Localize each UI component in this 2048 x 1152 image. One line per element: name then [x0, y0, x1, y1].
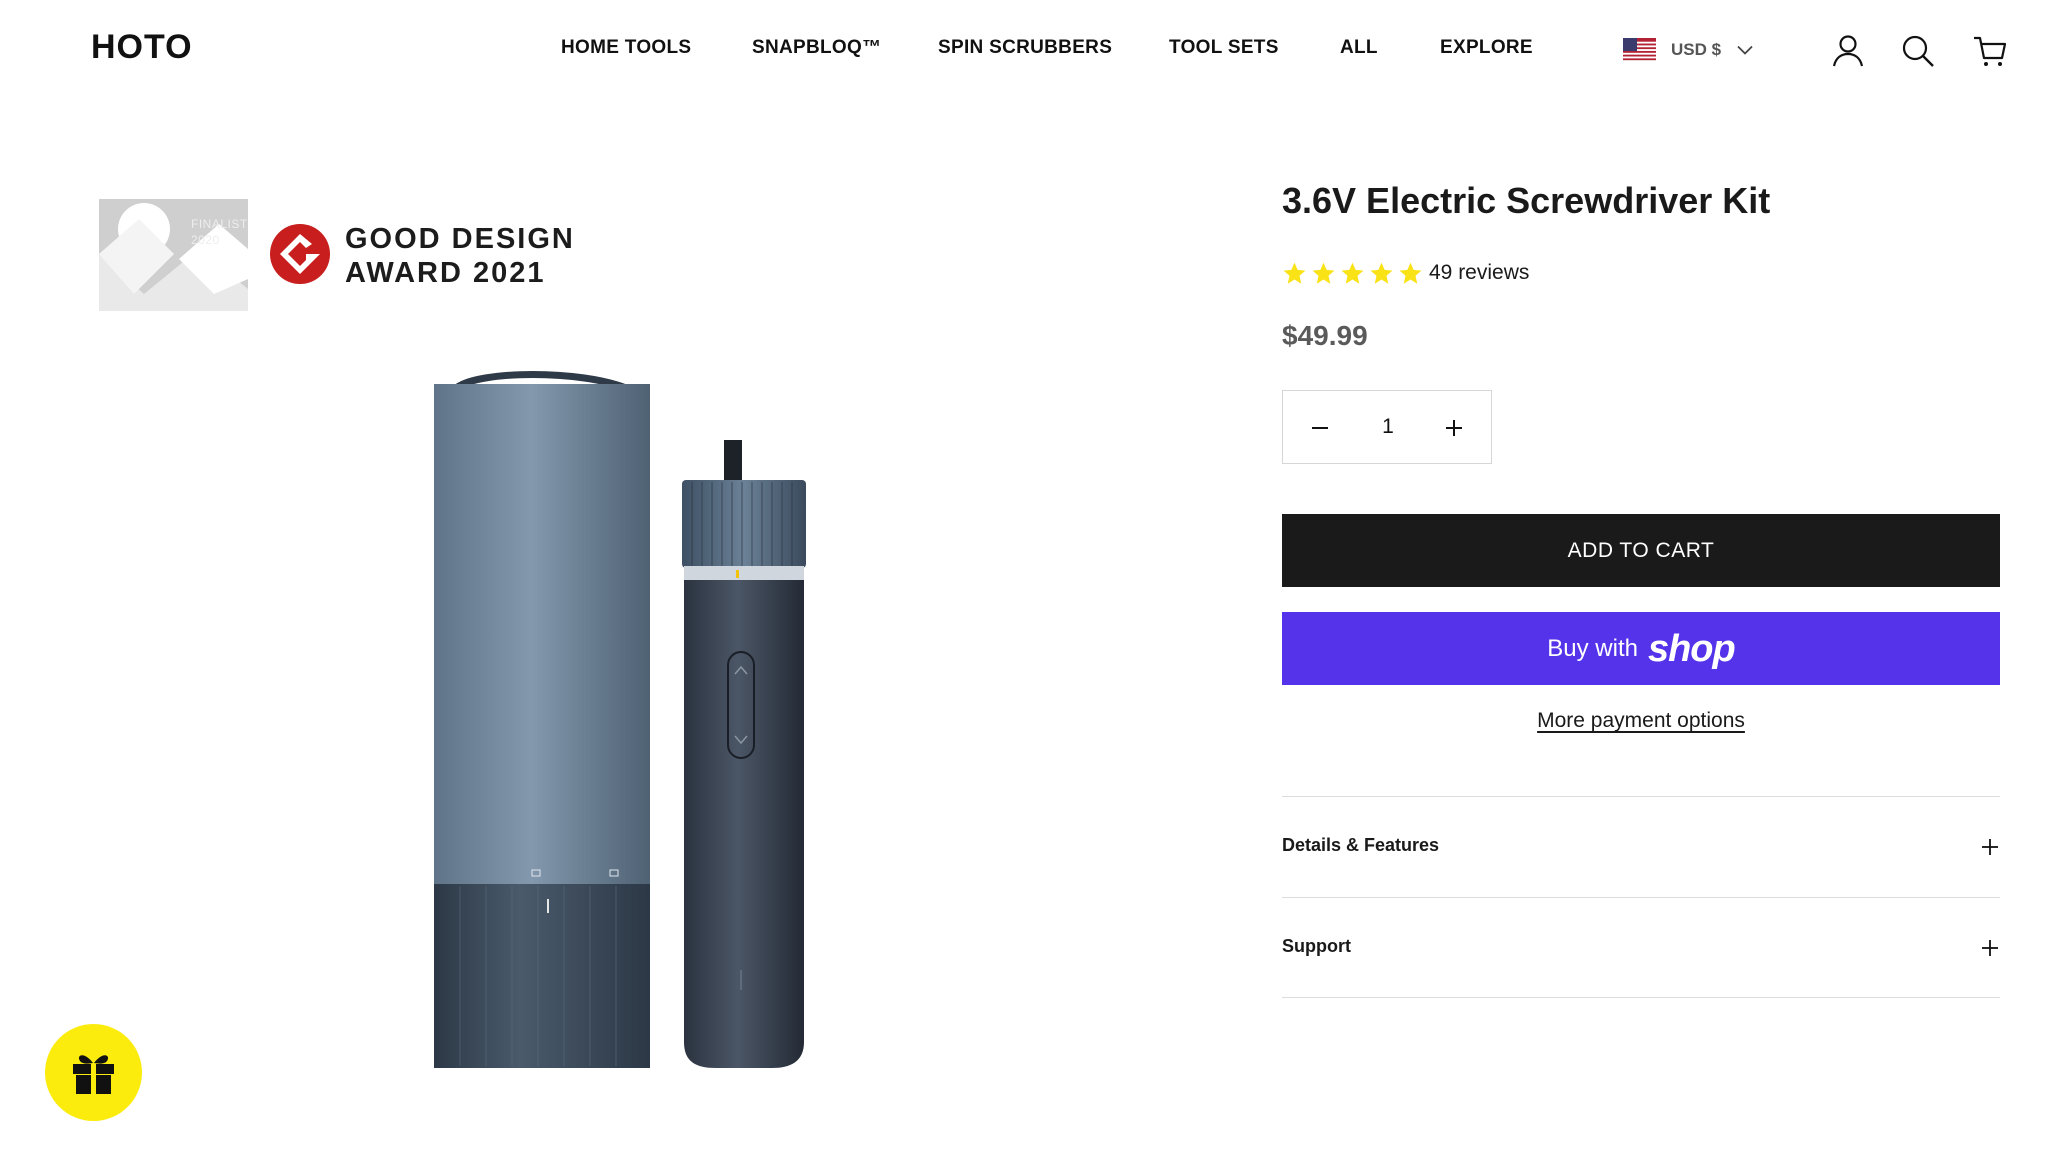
nav-item-spin-scrubbers[interactable]: SPIN SCRUBBERS — [938, 37, 1112, 59]
product-rating[interactable]: 49 reviews — [1282, 258, 1529, 288]
buy-with-label: Buy with — [1547, 634, 1638, 662]
product-price: $49.99 — [1282, 320, 1368, 351]
accordion-support[interactable]: Support — [1282, 897, 2000, 998]
product-image[interactable] — [420, 362, 820, 1068]
minus-icon — [1312, 427, 1328, 429]
if-award-text: FINALIST 2020 — [191, 217, 248, 247]
quantity-decrease-button[interactable] — [1305, 413, 1335, 443]
chevron-down-icon — [1737, 45, 1753, 55]
plus-icon — [1980, 837, 2000, 857]
accordion-label: Details & Features — [1282, 835, 1440, 855]
shop-pay-logo: shop — [1647, 627, 1736, 670]
star-icon — [1312, 262, 1335, 284]
plus-icon — [1446, 420, 1462, 436]
account-icon[interactable] — [1830, 33, 1866, 69]
nav-item-snapbloq[interactable]: SNAPBLOQ™ — [752, 37, 881, 59]
accordion-label: Support — [1282, 936, 1351, 956]
site-header: HOTO HOME TOOLS SNAPBLOQ™ SPIN SCRUBBERS… — [0, 0, 2048, 100]
quantity-stepper — [1282, 390, 1492, 464]
us-flag-icon — [1623, 38, 1656, 62]
quantity-increase-button[interactable] — [1439, 413, 1469, 443]
plus-icon — [1980, 938, 2000, 958]
nav-item-all[interactable]: ALL — [1340, 37, 1378, 59]
if-design-award-badge: FINALIST 2020 — [99, 199, 248, 311]
currency-selector[interactable]: USD $ — [1623, 36, 1753, 64]
accordion-details-features[interactable]: Details & Features — [1282, 796, 2000, 897]
reviews-count[interactable]: 49 reviews — [1429, 261, 1529, 285]
cart-icon[interactable] — [1972, 33, 2008, 69]
star-rating — [1282, 261, 1427, 286]
star-icon — [1370, 262, 1393, 284]
nav-item-home-tools[interactable]: HOME TOOLS — [561, 37, 691, 59]
product-accordion: Details & Features Support — [1282, 796, 2000, 998]
star-icon — [1399, 262, 1422, 284]
nav-item-explore[interactable]: EXPLORE — [1440, 37, 1533, 59]
good-design-logo-icon — [270, 224, 330, 284]
search-icon[interactable] — [1900, 33, 1936, 69]
quantity-input[interactable] — [1353, 407, 1423, 447]
currency-label: USD $ — [1671, 40, 1722, 59]
gift-icon — [73, 1055, 114, 1094]
star-icon — [1341, 262, 1364, 284]
buy-with-shop-button[interactable]: Buy with shop — [1282, 612, 2000, 685]
add-to-cart-button[interactable]: ADD TO CART — [1282, 514, 2000, 587]
rewards-gift-button[interactable] — [45, 1024, 142, 1121]
star-icon — [1283, 262, 1306, 284]
more-payment-options-link[interactable]: More payment options — [1282, 709, 2000, 733]
nav-item-tool-sets[interactable]: TOOL SETS — [1169, 37, 1279, 59]
product-title: 3.6V Electric Screwdriver Kit — [1282, 180, 1771, 221]
good-design-award-text: GOOD DESIGN AWARD 2021 — [345, 223, 575, 289]
